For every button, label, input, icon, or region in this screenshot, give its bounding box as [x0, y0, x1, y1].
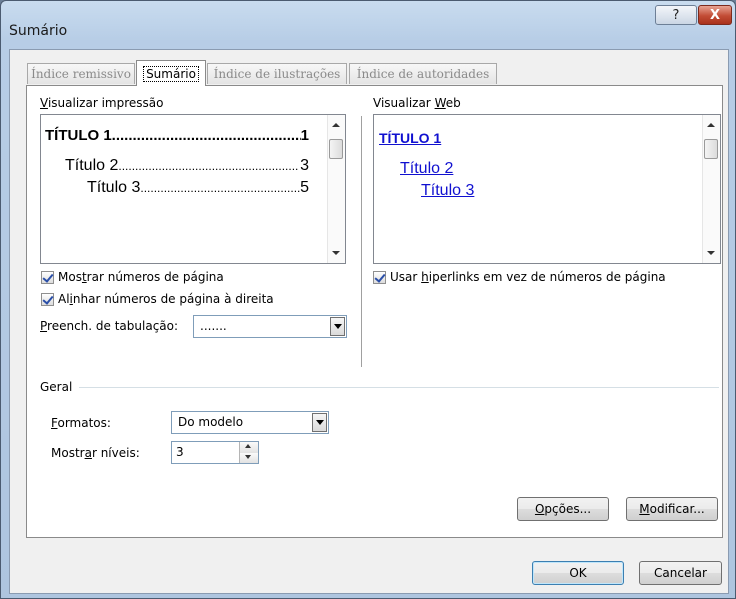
close-icon: X — [709, 7, 721, 23]
web-link-titulo-1[interactable]: TÍTULO 1 — [379, 130, 441, 146]
general-heading: Geral — [40, 380, 73, 394]
print-preview-box[interactable]: TÍTULO 1................................… — [40, 114, 346, 264]
formats-label: Formatos: — [51, 416, 111, 430]
tab-indice-remissivo[interactable]: Índice remissivo — [27, 63, 135, 84]
help-icon: ? — [672, 7, 680, 23]
tab-indice-autoridades[interactable]: Índice de autoridades — [349, 63, 497, 84]
web-preview-scrollbar[interactable] — [702, 115, 720, 263]
scroll-thumb[interactable] — [704, 139, 718, 159]
print-preview-scrollbar[interactable] — [327, 115, 345, 263]
show-page-numbers-checkbox[interactable] — [41, 271, 54, 284]
chevron-down-icon[interactable] — [312, 413, 327, 432]
modify-button[interactable]: Modificar... — [626, 497, 718, 521]
levels-label: Mostrar níveis: — [51, 446, 140, 460]
close-button[interactable]: X — [698, 5, 732, 25]
options-button[interactable]: Opções... — [517, 497, 609, 521]
toc-level-2: Título 2................................… — [65, 157, 309, 174]
web-link-titulo-3[interactable]: Título 3 — [421, 182, 474, 200]
tab-panel: Visualizar impressão TÍTULO 1...........… — [26, 85, 723, 538]
tab-label: Índice de autoridades — [356, 67, 490, 81]
align-right-checkbox[interactable] — [41, 293, 54, 306]
tab-label: Índice de ilustrações — [213, 67, 341, 81]
toc-level-3: Título 3................................… — [87, 179, 309, 196]
show-page-numbers-label: Mostrar números de página — [58, 270, 224, 284]
scroll-up-icon[interactable] — [332, 123, 340, 127]
dialog-window: Sumário ? X Índice remissivo Sumário Índ… — [0, 0, 736, 599]
levels-stepper[interactable]: 3 — [171, 441, 259, 464]
web-preview-box[interactable]: TÍTULO 1 Título 2 Título 3 — [373, 114, 721, 264]
tab-label: Sumário — [143, 65, 199, 82]
scroll-up-icon[interactable] — [707, 123, 715, 127]
use-hyperlinks-label: Usar hiperlinks em vez de números de pág… — [390, 270, 666, 284]
title-bar[interactable]: Sumário ? X — [1, 1, 735, 41]
web-preview-label: Visualizar Web — [373, 96, 461, 110]
scroll-down-icon[interactable] — [707, 251, 715, 255]
tab-leader-select[interactable]: ....... — [193, 315, 347, 338]
tab-indice-ilustracoes[interactable]: Índice de ilustrações — [207, 63, 347, 84]
stepper-buttons — [239, 442, 258, 463]
ok-button[interactable]: OK — [532, 561, 624, 585]
align-right-label: Alinhar números de página à direita — [58, 292, 274, 306]
dialog-title: Sumário — [9, 23, 68, 39]
column-divider — [361, 116, 362, 367]
print-preview-label: Visualizar impressão — [40, 96, 164, 110]
tab-sumario[interactable]: Sumário — [136, 60, 206, 86]
chevron-down-icon[interactable] — [330, 317, 345, 336]
toc-level-1: TÍTULO 1................................… — [45, 127, 309, 144]
scroll-thumb[interactable] — [329, 139, 343, 159]
cancel-button[interactable]: Cancelar — [639, 561, 722, 585]
stepper-down-icon[interactable] — [240, 452, 258, 463]
dialog-client: Índice remissivo Sumário Índice de ilust… — [9, 49, 729, 594]
tab-label: Índice remissivo — [31, 67, 131, 81]
scroll-down-icon[interactable] — [332, 251, 340, 255]
tab-leader-label: Preench. de tabulação: — [40, 319, 179, 333]
general-separator — [79, 387, 719, 388]
use-hyperlinks-checkbox[interactable] — [373, 271, 386, 284]
help-button[interactable]: ? — [655, 5, 697, 25]
formats-select[interactable]: Do modelo — [171, 411, 329, 434]
web-link-titulo-2[interactable]: Título 2 — [400, 160, 453, 178]
